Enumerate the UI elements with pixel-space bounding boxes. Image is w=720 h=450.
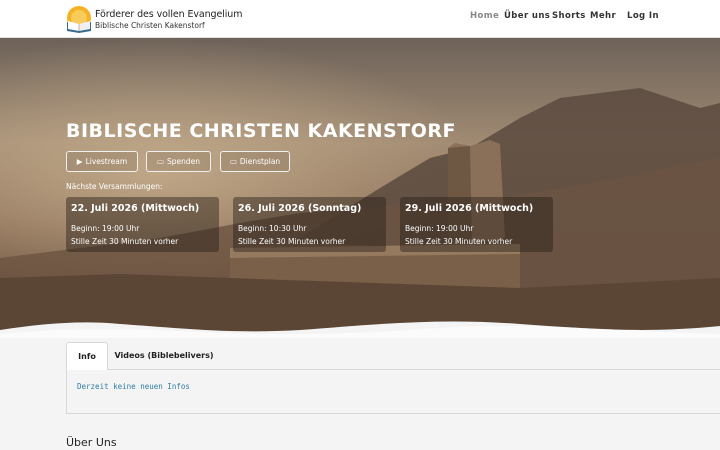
top-navbar: Förderer des vollen Evangelium Biblische…	[0, 0, 720, 38]
event-silent-time: Stille Zeit 30 Minuten vorher	[238, 237, 346, 246]
event-date: 26. Juli 2026 (Sonntag)	[238, 203, 362, 214]
tab-videos[interactable]: Videos (Biblebelivers)	[112, 342, 216, 369]
event-date: 29. Juli 2026 (Mittwoch)	[405, 203, 534, 214]
next-meetings-label: Nächste Versammlungen:	[66, 182, 163, 191]
schedule-label: Dienstplan	[239, 157, 281, 166]
hero-title: BIBLISCHE CHRISTEN KAKENSTORF	[66, 120, 456, 142]
event-begin: Beginn: 19:00 Uhr	[71, 224, 140, 233]
logo-title: Förderer des vollen Evangelium	[95, 9, 243, 20]
play-icon: ▶	[76, 157, 83, 166]
tab-panel	[66, 370, 720, 414]
event-date: 22. Juli 2026 (Mittwoch)	[71, 203, 200, 214]
livestream-label: Livestream	[85, 157, 128, 166]
event-card: 22. Juli 2026 (Mittwoch) Beginn: 19:00 U…	[66, 197, 219, 252]
tab-info[interactable]: Info	[66, 342, 108, 371]
nav-login[interactable]: Log In	[627, 11, 659, 21]
nav-more[interactable]: Mehr	[590, 11, 616, 21]
event-begin: Beginn: 19:00 Uhr	[405, 224, 474, 233]
card-icon: ▭	[156, 157, 165, 166]
donate-button[interactable]: ▭ Spenden	[146, 151, 211, 172]
hero-section: BIBLISCHE CHRISTEN KAKENSTORF ▶ Livestrea…	[0, 38, 720, 338]
card-icon: ▭	[229, 157, 237, 166]
event-begin: Beginn: 10:30 Uhr	[238, 224, 307, 233]
event-silent-time: Stille Zeit 30 Minuten vorher	[71, 237, 179, 246]
about-heading: Über Uns	[66, 436, 117, 449]
nav-shorts[interactable]: Shorts	[552, 11, 586, 21]
schedule-button[interactable]: ▭ Dienstplan	[220, 151, 290, 172]
nav-home[interactable]: Home	[470, 11, 499, 21]
site-logo[interactable]: Förderer des vollen Evangelium Biblische…	[64, 4, 242, 34]
event-card: 29. Juli 2026 (Mittwoch) Beginn: 19:00 U…	[400, 197, 553, 252]
logo-subtitle: Biblische Christen Kakenstorf	[95, 21, 205, 30]
donate-label: Spenden	[167, 157, 201, 166]
no-news-text: Derzeit keine neuen Infos	[77, 382, 190, 391]
livestream-button[interactable]: ▶ Livestream	[66, 151, 138, 172]
nav-about[interactable]: Über uns	[504, 11, 550, 21]
open-bible-icon	[67, 6, 91, 33]
event-card: 26. Juli 2026 (Sonntag) Beginn: 10:30 Uh…	[233, 197, 386, 252]
event-silent-time: Stille Zeit 30 Minuten vorher	[405, 237, 513, 246]
